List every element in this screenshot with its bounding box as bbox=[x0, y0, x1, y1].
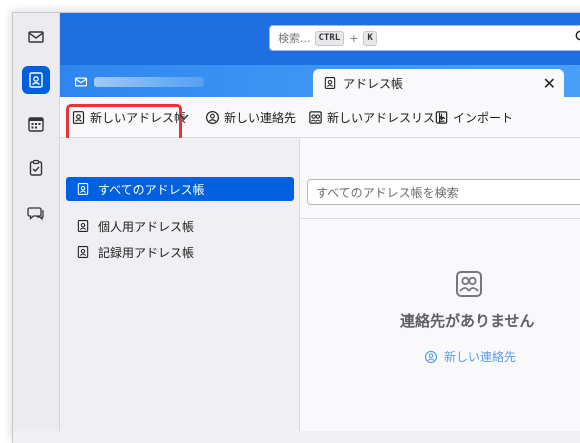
import-icon bbox=[435, 110, 448, 124]
mail-space-button[interactable] bbox=[22, 23, 50, 51]
address-list-icon bbox=[309, 110, 322, 124]
mail-icon bbox=[28, 31, 44, 43]
import-label: インポート bbox=[453, 110, 514, 125]
contact-icon bbox=[424, 350, 438, 363]
sidebar-item-personal-address-book[interactable]: 個人用アドレス帳 bbox=[66, 214, 194, 238]
divider bbox=[300, 218, 580, 219]
address-book-toolbar: 新しいアドレス帳 新しい連絡先 新しいアドレスリスト インポート bbox=[60, 97, 580, 142]
contacts-empty-icon bbox=[456, 271, 482, 297]
sidebar-item-label: 個人用アドレス帳 bbox=[98, 219, 195, 234]
new-address-book-button[interactable]: 新しいアドレス帳 bbox=[66, 104, 186, 142]
app-window: 検索... CTRL + K アドレス帳 ✕ 新しいアドレス帳 新しい連絡先 新… bbox=[12, 12, 580, 443]
spaces-toolbar bbox=[13, 13, 60, 431]
title-bar: 検索... CTRL + K bbox=[60, 13, 580, 65]
tab-mail-label-obscured bbox=[94, 77, 204, 87]
chat-icon bbox=[27, 207, 44, 221]
new-contact-label: 新しい連絡先 bbox=[224, 110, 297, 125]
shortcut-key-ctrl: CTRL bbox=[314, 30, 345, 46]
address-book-icon bbox=[77, 246, 89, 258]
global-search-input[interactable]: 検索... CTRL + K bbox=[269, 25, 580, 51]
calendar-icon bbox=[28, 117, 44, 132]
chevron-down-icon[interactable] bbox=[179, 113, 189, 121]
tab-mail[interactable] bbox=[74, 73, 214, 91]
tasks-space-button[interactable] bbox=[22, 154, 50, 182]
tasks-icon bbox=[29, 159, 43, 176]
search-icon bbox=[575, 30, 580, 41]
address-book-icon bbox=[324, 77, 336, 89]
chat-space-button[interactable] bbox=[22, 199, 50, 227]
tab-address-book[interactable]: アドレス帳 ✕ bbox=[313, 69, 564, 97]
sidebar-item-label: 記録用アドレス帳 bbox=[98, 245, 195, 260]
address-book-icon bbox=[77, 183, 89, 195]
address-book-space-button[interactable] bbox=[22, 66, 50, 94]
contact-icon bbox=[205, 110, 220, 124]
empty-state-title: 連絡先がありません bbox=[400, 312, 535, 330]
tab-address-book-label: アドレス帳 bbox=[343, 76, 404, 91]
new-address-list-label: 新しいアドレスリスト bbox=[327, 110, 448, 125]
highlight-box bbox=[66, 104, 182, 142]
sidebar-item-all-address-books[interactable]: すべてのアドレス帳 bbox=[66, 177, 294, 201]
contacts-pane: すべてのアドレス帳を検索 連絡先がありません 新しい連絡先 bbox=[300, 138, 580, 431]
sidebar-item-label: すべてのアドレス帳 bbox=[98, 182, 205, 197]
tab-strip: アドレス帳 ✕ bbox=[60, 65, 580, 97]
mail-icon bbox=[74, 77, 88, 87]
close-icon[interactable]: ✕ bbox=[543, 74, 556, 93]
new-address-list-button[interactable]: 新しいアドレスリスト bbox=[308, 106, 447, 128]
shortcut-key-k: K bbox=[363, 30, 377, 46]
import-button[interactable]: インポート bbox=[434, 106, 513, 128]
new-contact-button[interactable]: 新しい連絡先 bbox=[205, 106, 296, 128]
sidebar-item-collected-address-book[interactable]: 記録用アドレス帳 bbox=[66, 240, 194, 264]
search-placeholder: 検索... bbox=[278, 32, 311, 45]
address-book-icon bbox=[29, 72, 43, 88]
shortcut-plus: + bbox=[349, 31, 359, 45]
contacts-search-input[interactable]: すべてのアドレス帳を検索 bbox=[307, 179, 580, 205]
empty-state-new-contact-link[interactable]: 新しい連絡先 bbox=[424, 348, 516, 365]
calendar-space-button[interactable] bbox=[22, 110, 50, 138]
empty-state-link-label: 新しい連絡先 bbox=[444, 350, 517, 364]
contacts-search-placeholder: すべてのアドレス帳を検索 bbox=[316, 185, 459, 200]
address-book-icon bbox=[77, 220, 89, 232]
address-book-list: すべてのアドレス帳 個人用アドレス帳 記録用アドレス帳 bbox=[60, 138, 300, 431]
